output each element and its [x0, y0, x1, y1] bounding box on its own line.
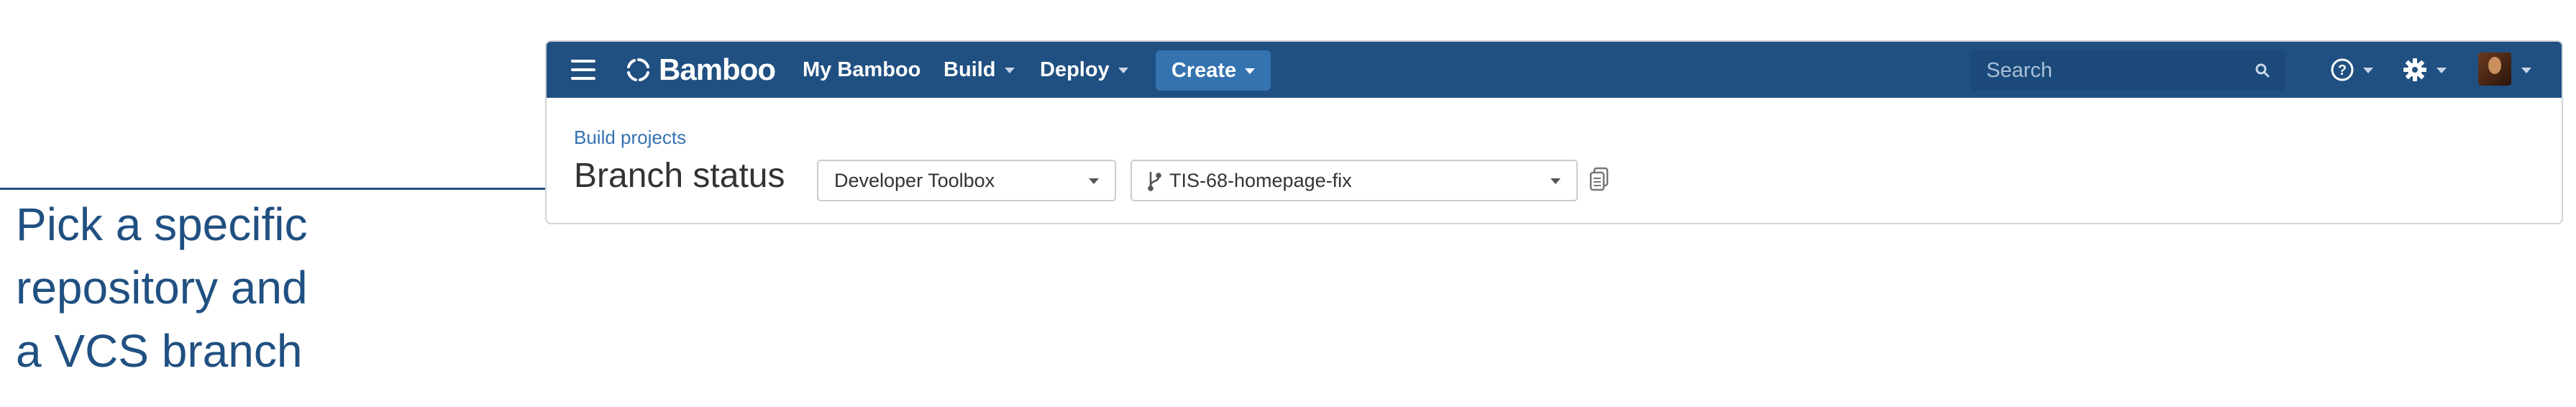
search-icon[interactable]: [2254, 62, 2271, 79]
settings-menu[interactable]: [2402, 42, 2447, 98]
breadcrumb-build-projects[interactable]: Build projects: [574, 127, 686, 149]
help-icon: ?: [2331, 58, 2354, 81]
help-menu[interactable]: ?: [2330, 42, 2373, 98]
callout-line-3: a VCS branch: [16, 325, 303, 377]
bamboo-logo[interactable]: Bamboo: [626, 42, 776, 98]
svg-text:?: ?: [2338, 63, 2347, 78]
page-title: Branch status: [574, 157, 785, 195]
callout-leader-line: [0, 188, 549, 190]
chevron-down-icon: [1004, 68, 1015, 73]
chevron-down-icon: [1245, 68, 1256, 74]
nav-my-bamboo-label: My Bamboo: [803, 58, 921, 81]
chevron-down-icon: [2436, 68, 2447, 73]
branch-select-value: TIS-68-homepage-fix: [1169, 169, 1352, 191]
repository-select[interactable]: Developer Toolbox: [817, 160, 1116, 201]
top-navigation-bar: Bamboo My Bamboo Build Deploy Create Sea…: [547, 42, 2562, 98]
chevron-down-icon: [1089, 178, 1099, 184]
nav-deploy[interactable]: Deploy: [1040, 42, 1128, 98]
nav-build-label: Build: [944, 58, 996, 81]
avatar-dropdown[interactable]: [2521, 42, 2531, 98]
copy-icon[interactable]: [1588, 165, 1611, 194]
chevron-down-icon: [2521, 68, 2531, 73]
create-button-label: Create: [1171, 58, 1237, 82]
chevron-down-icon: [1118, 68, 1128, 73]
repository-select-value: Developer Toolbox: [834, 169, 995, 191]
search-placeholder: Search: [1986, 58, 2052, 82]
gear-icon: [2403, 58, 2426, 81]
nav-my-bamboo[interactable]: My Bamboo: [803, 42, 921, 98]
callout-line-1: Pick a specific: [16, 198, 308, 250]
branch-select[interactable]: TIS-68-homepage-fix: [1131, 160, 1578, 201]
chevron-down-icon: [1550, 178, 1561, 184]
nav-build[interactable]: Build: [944, 42, 1015, 98]
nav-deploy-label: Deploy: [1040, 58, 1110, 81]
search-input[interactable]: Search: [1970, 50, 2285, 91]
app-window: Bamboo My Bamboo Build Deploy Create Sea…: [545, 40, 2563, 224]
branch-icon: [1148, 171, 1161, 191]
avatar[interactable]: [2478, 52, 2511, 86]
bamboo-logo-icon: [627, 58, 649, 81]
chevron-down-icon: [2363, 68, 2373, 73]
menu-icon[interactable]: [571, 42, 595, 98]
callout-line-2: repository and: [16, 262, 308, 314]
create-button[interactable]: Create: [1156, 50, 1271, 91]
callout-annotation: Pick a specific repository and a VCS bra…: [16, 193, 419, 383]
logo-text: Bamboo: [659, 52, 776, 86]
